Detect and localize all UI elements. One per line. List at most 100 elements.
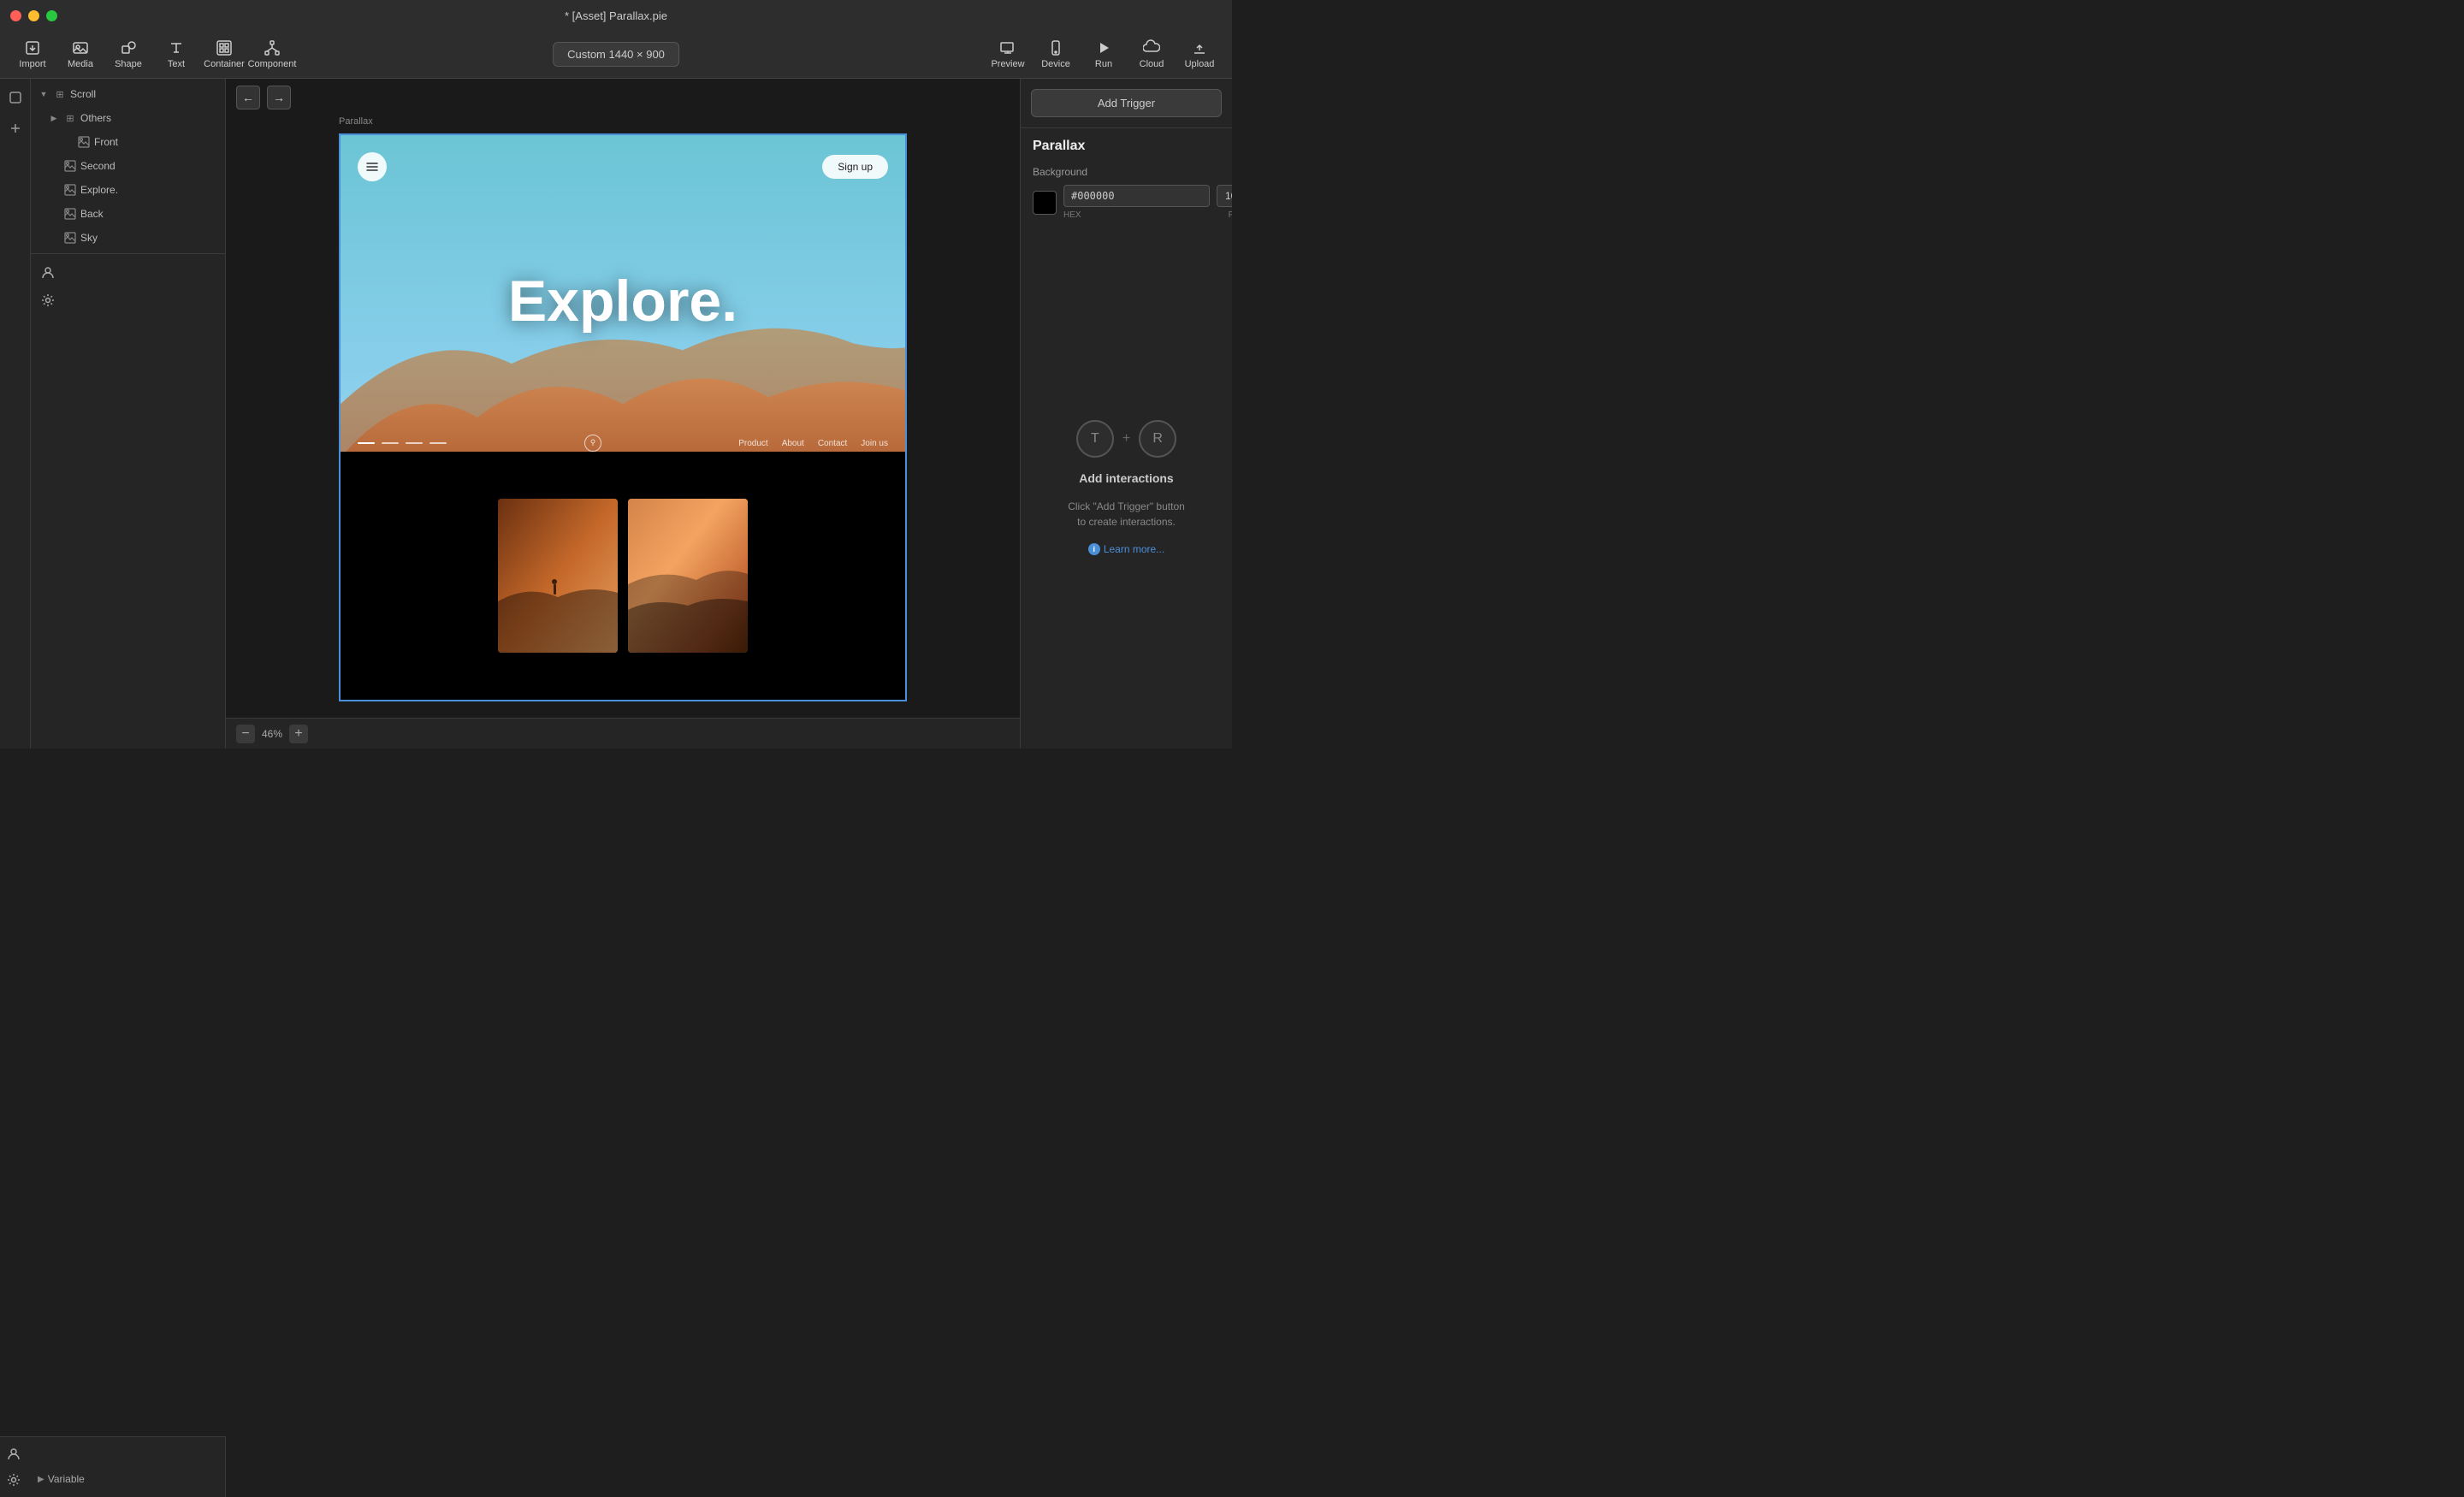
window-title: * [Asset] Parallax.pie xyxy=(565,9,667,22)
sky-label: Sky xyxy=(80,232,218,244)
bottom-links: Product About Contact Join us xyxy=(738,439,888,448)
main-toolbar: Import Media Shape Text xyxy=(0,31,1232,79)
component-button[interactable]: Component xyxy=(250,34,294,75)
add-panel-icon[interactable] xyxy=(3,116,27,140)
fill-label: Fill xyxy=(1229,210,1232,220)
toolbar-right: Preview Device Run Cloud Upload xyxy=(975,34,1232,75)
zoom-out-button[interactable]: − xyxy=(236,725,255,743)
others-label: Others xyxy=(80,112,218,124)
canvas-scroll-area[interactable]: Parallax xyxy=(226,116,1020,718)
layer-front[interactable]: ▶ Front xyxy=(31,130,225,154)
scroll-label: Scroll xyxy=(70,88,218,100)
link-product[interactable]: Product xyxy=(738,439,767,448)
fill-input[interactable] xyxy=(1217,185,1232,207)
media-button[interactable]: Media xyxy=(58,34,103,75)
link-joinus[interactable]: Join us xyxy=(861,439,888,448)
device-label: Device xyxy=(1041,59,1070,69)
thumbnail-2 xyxy=(628,499,748,653)
sidebar-footer xyxy=(31,253,225,319)
sidebar-full: ▼ ⊞ Scroll ▶ ⊞ Others ▶ xyxy=(0,79,225,748)
trigger-t-icon: T xyxy=(1076,420,1114,458)
user-icon xyxy=(41,266,55,280)
users-item[interactable] xyxy=(38,261,218,285)
zoom-level: 46% xyxy=(262,728,282,740)
toolbar-center: Custom 1440 × 900 xyxy=(553,42,679,67)
container-button[interactable]: Container xyxy=(202,34,246,75)
maximize-button[interactable] xyxy=(46,10,57,21)
run-label: Run xyxy=(1095,59,1112,69)
right-panel: Add Trigger Parallax Background HEX Fill xyxy=(1020,79,1232,748)
layer-tree: ▼ ⊞ Scroll ▶ ⊞ Others ▶ xyxy=(31,79,225,253)
layer-explore[interactable]: ▶ Explore. xyxy=(31,178,225,202)
preview-nav: Sign up xyxy=(358,152,888,181)
explore-heading: Explore. xyxy=(341,268,905,334)
color-row: HEX Fill xyxy=(1033,185,1220,220)
left-sidebar: ▼ ⊞ Scroll ▶ ⊞ Others ▶ xyxy=(0,79,226,748)
upload-button[interactable]: Upload xyxy=(1177,34,1222,75)
run-button[interactable]: Run xyxy=(1081,34,1126,75)
expand-others-icon[interactable]: ▶ xyxy=(48,112,60,124)
cloud-button[interactable]: Cloud xyxy=(1129,34,1174,75)
interactions-desc: Click "Add Trigger" buttonto create inte… xyxy=(1068,499,1185,530)
hex-label: HEX xyxy=(1063,210,1210,220)
text-button[interactable]: Text xyxy=(154,34,198,75)
zoom-controls: − 46% + xyxy=(236,725,308,743)
shape-button[interactable]: Shape xyxy=(106,34,151,75)
learn-more-label: Learn more... xyxy=(1104,543,1164,555)
hex-input[interactable] xyxy=(1063,185,1210,207)
preview-label: Preview xyxy=(991,59,1024,69)
expand-scroll-icon[interactable]: ▼ xyxy=(38,88,50,100)
user-footer-item[interactable] xyxy=(7,1442,218,1466)
hamburger-button[interactable] xyxy=(358,152,387,181)
hex-group: HEX xyxy=(1063,185,1210,220)
learn-more-link[interactable]: i Learn more... xyxy=(1088,543,1164,555)
window-controls xyxy=(10,10,57,21)
scroll-indicator xyxy=(584,435,601,452)
layer-back[interactable]: ▶ Back xyxy=(31,202,225,226)
preview-button[interactable]: Preview xyxy=(986,34,1030,75)
link-about[interactable]: About xyxy=(782,439,804,448)
preview-content: Sign up Explore. xyxy=(341,135,905,700)
device-button[interactable]: Device xyxy=(1034,34,1078,75)
import-label: Import xyxy=(19,59,45,69)
toolbar-left: Import Media Shape Text xyxy=(0,34,305,75)
nav-back-button[interactable]: ← xyxy=(236,86,260,109)
cloud-label: Cloud xyxy=(1140,59,1164,69)
close-button[interactable] xyxy=(10,10,21,21)
settings-item[interactable] xyxy=(38,288,218,312)
resolution-button[interactable]: Custom 1440 × 900 xyxy=(553,42,679,67)
layers-panel-icon[interactable] xyxy=(3,86,27,109)
dot-1 xyxy=(358,442,375,444)
shape-label: Shape xyxy=(115,59,142,69)
image-icon-front xyxy=(77,135,91,149)
info-icon: i xyxy=(1088,543,1100,555)
t-label: T xyxy=(1091,431,1099,447)
canvas-frame: Sign up Explore. xyxy=(339,133,907,701)
menu-icon xyxy=(365,160,379,174)
import-button[interactable]: Import xyxy=(10,34,55,75)
sidebar-icon-strip xyxy=(0,79,31,748)
layer-sky[interactable]: ▶ Sky xyxy=(31,226,225,250)
canvas-toolbar: ← → xyxy=(226,79,1020,116)
trigger-section: Add Trigger xyxy=(1021,79,1232,128)
zoom-in-button[interactable]: + xyxy=(289,725,308,743)
minimize-button[interactable] xyxy=(28,10,39,21)
layer-others[interactable]: ▶ ⊞ Others xyxy=(31,106,225,130)
layer-scroll[interactable]: ▼ ⊞ Scroll xyxy=(31,82,225,106)
signup-button[interactable]: Sign up xyxy=(822,155,888,179)
interactions-section: T + R Add interactions Click "Add Trigge… xyxy=(1021,227,1232,748)
front-label: Front xyxy=(94,136,218,148)
nav-forward-button[interactable]: → xyxy=(267,86,291,109)
add-trigger-button[interactable]: Add Trigger xyxy=(1031,89,1222,117)
text-label: Text xyxy=(168,59,185,69)
media-label: Media xyxy=(68,59,93,69)
user-footer-icon xyxy=(7,1447,21,1461)
image-icon-second xyxy=(63,159,77,173)
plus-icon: + xyxy=(1122,431,1130,447)
progress-indicator xyxy=(358,442,447,444)
color-swatch[interactable] xyxy=(1033,191,1057,215)
interactions-title: Add interactions xyxy=(1079,471,1173,485)
layer-second[interactable]: ▶ Second xyxy=(31,154,225,178)
response-r-icon: R xyxy=(1139,420,1176,458)
link-contact[interactable]: Contact xyxy=(818,439,847,448)
